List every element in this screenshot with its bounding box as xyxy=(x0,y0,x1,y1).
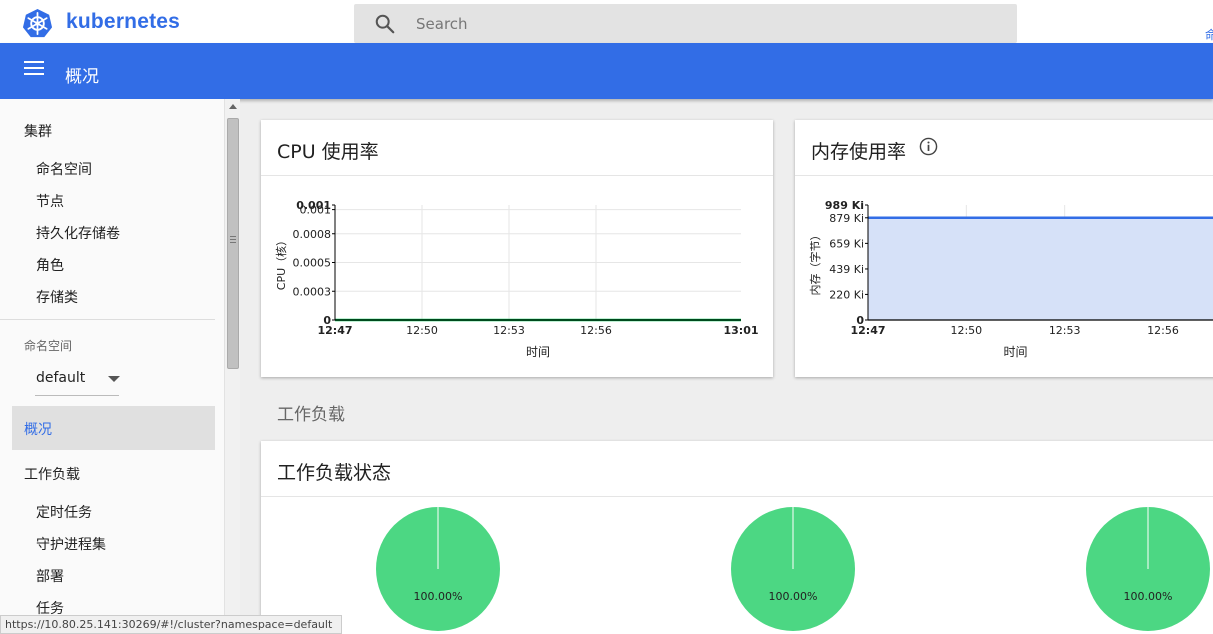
area-fill xyxy=(868,217,1213,320)
pie-slice-label: 100.00% xyxy=(769,590,818,603)
kubernetes-logo-icon[interactable] xyxy=(22,8,53,39)
workload-status-title: 工作负载状态 xyxy=(277,462,392,484)
x-axis-title: 时间 xyxy=(1003,345,1027,359)
cpu-card-title: CPU 使用率 xyxy=(277,141,379,163)
namespace-select[interactable]: default xyxy=(35,366,120,396)
memory-card-title: 内存使用率 xyxy=(811,141,907,163)
sidebar-item-daemon-sets[interactable]: 守护进程集 xyxy=(36,534,106,554)
y-tick-label: 0.0003 xyxy=(293,285,332,298)
y-tick-label: 0.001 xyxy=(300,204,332,217)
x-tick-label: 12:53 xyxy=(493,324,525,337)
chevron-down-icon[interactable] xyxy=(108,376,120,382)
cpu-usage-chart[interactable]: 0.0010.0010.00080.00050.0003012:47 12:50 1… xyxy=(261,176,773,376)
y-tick-label: 989 Ki xyxy=(825,199,864,212)
sidebar: 集群 命名空间 节点 持久化存储卷 角色 存储类 命名空间 default 概况… xyxy=(0,99,224,634)
y-tick-label: 879 Ki xyxy=(829,212,864,225)
workload-status-pies[interactable]: 100.00% 100.00% 100.00% xyxy=(261,497,1213,634)
browser-status-url: https://10.80.25.141:30269/#!/cluster?na… xyxy=(0,615,342,634)
y-tick-label: 0.0008 xyxy=(293,228,332,241)
y-tick-label: 220 Ki xyxy=(829,288,864,301)
sidebar-item-overview[interactable]: 概况 xyxy=(12,406,215,450)
sidebar-item-nodes[interactable]: 节点 xyxy=(36,191,64,211)
grip-icon xyxy=(230,236,236,245)
memory-usage-card: 内存使用率 989 Ki 879 Ki 659 Ki 439 Ki 220 Ki 0 12:… xyxy=(795,120,1213,377)
x-tick-label: 13:01 xyxy=(723,324,758,337)
header-bar: 概况 xyxy=(0,43,1213,99)
top-bar: kubernetes 命 xyxy=(0,0,1213,43)
create-link[interactable]: 命 xyxy=(1205,26,1213,43)
sidebar-divider xyxy=(0,319,215,320)
sidebar-item-deployments[interactable]: 部署 xyxy=(36,566,64,586)
brand-name[interactable]: kubernetes xyxy=(66,10,180,34)
sidebar-item-persistent-volumes[interactable]: 持久化存储卷 xyxy=(36,223,120,243)
y-tick-label: 659 Ki xyxy=(829,237,864,250)
x-tick-label: 12:50 xyxy=(950,324,982,337)
x-tick-label: 12:47 xyxy=(317,324,352,337)
sidebar-item-overview-label: 概况 xyxy=(24,422,52,438)
x-tick-label: 12:50 xyxy=(406,324,438,337)
sidebar-item-workloads[interactable]: 工作负载 xyxy=(24,464,80,484)
y-tick-label: 439 Ki xyxy=(829,263,864,276)
sidebar-item-cron-jobs[interactable]: 定时任务 xyxy=(36,502,92,522)
sidebar-item-storage-classes[interactable]: 存储类 xyxy=(36,287,78,307)
search-box[interactable] xyxy=(354,4,1017,43)
sidebar-scrollbar[interactable] xyxy=(224,99,240,634)
x-tick-label: 12:47 xyxy=(850,324,885,337)
scroll-up-icon[interactable] xyxy=(229,104,237,109)
namespace-label: 命名空间 xyxy=(24,339,73,353)
x-tick-label: 12:53 xyxy=(1049,324,1081,337)
x-tick-label: 12:56 xyxy=(580,324,612,337)
sidebar-item-cluster[interactable]: 集群 xyxy=(24,121,52,141)
y-axis-title: CPU（核） xyxy=(274,235,288,290)
search-icon[interactable] xyxy=(374,13,396,35)
workloads-section-title: 工作负载 xyxy=(277,405,345,425)
x-tick-label: 12:56 xyxy=(1147,324,1179,337)
sidebar-item-roles[interactable]: 角色 xyxy=(36,255,64,275)
search-input[interactable] xyxy=(416,14,976,34)
cpu-usage-card: CPU 使用率 0.001 0.001 0.0008 0.0005 0.0003 0 12:… xyxy=(261,120,773,377)
pie-slice-label: 100.00% xyxy=(414,590,463,603)
sidebar-item-namespaces[interactable]: 命名空间 xyxy=(36,159,92,179)
workload-status-card: 工作负载状态 100.00% 100.00% 100.00% xyxy=(261,441,1213,634)
scrollbar-thumb[interactable] xyxy=(227,118,239,369)
menu-icon[interactable] xyxy=(24,61,44,77)
memory-usage-chart[interactable]: 989 Ki879 Ki659 Ki439 Ki220 Ki012:47 12:5… xyxy=(795,176,1213,376)
x-axis-title: 时间 xyxy=(526,345,550,359)
pie-slice-label: 100.00% xyxy=(1124,590,1173,603)
page-title: 概况 xyxy=(65,67,99,87)
y-axis-title: 内存（字节） xyxy=(808,230,822,296)
info-icon[interactable] xyxy=(919,137,938,156)
y-tick-label: 0.0005 xyxy=(293,257,332,270)
namespace-selected-value: default xyxy=(36,370,86,386)
